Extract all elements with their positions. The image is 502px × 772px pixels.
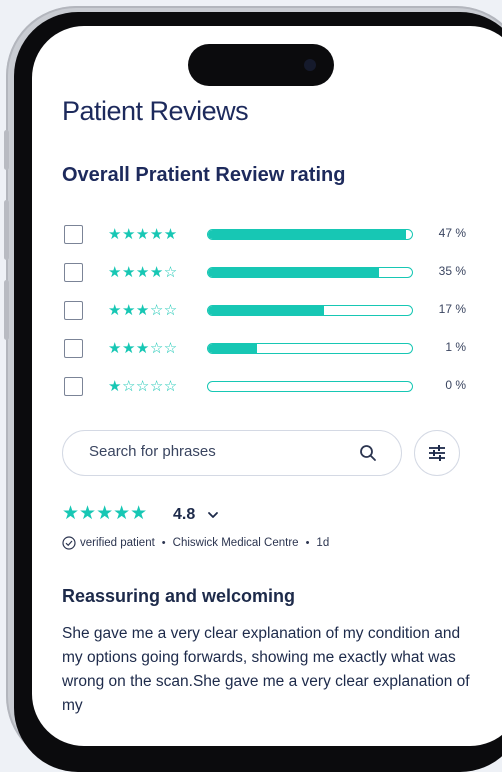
chevron-down-icon[interactable] <box>207 509 219 521</box>
rating-row-3[interactable]: ★★★☆☆ 17 % <box>64 300 474 324</box>
phone-screen: Patient Reviews Overall Pratient Review … <box>32 26 502 746</box>
rating-row-4[interactable]: ★★★★☆ 35 % <box>64 262 474 286</box>
page-title: Patient Reviews <box>62 96 249 126</box>
rating-bar <box>207 343 413 354</box>
star-rating-icon: ★★★★★ <box>108 226 178 243</box>
rating-section-title: Overall Pratient Review rating <box>62 164 346 186</box>
location-label: Chiswick Medical Centre <box>172 537 299 549</box>
filter-button[interactable] <box>414 430 460 476</box>
dynamic-island <box>188 44 334 86</box>
rating-row-5[interactable]: ★★★★★ 47 % <box>64 224 474 248</box>
rating-bar-fill <box>208 344 257 353</box>
search-bar[interactable] <box>62 430 402 476</box>
review-meta: verified patient • Chiswick Medical Cent… <box>62 536 329 550</box>
review-title: Reassuring and welcoming <box>62 586 296 606</box>
review-score: 4.8 <box>173 506 196 523</box>
rating-bar-fill <box>208 268 380 277</box>
rating-bar-fill <box>208 306 325 315</box>
rating-percent: 1 % <box>445 340 466 354</box>
rating-row-2[interactable]: ★★★☆☆ 1 % <box>64 338 474 362</box>
verified-check-icon <box>62 536 76 550</box>
side-button <box>4 280 9 340</box>
star-rating-icon: ★☆☆☆☆ <box>108 378 178 395</box>
camera-icon <box>304 59 316 71</box>
side-button <box>4 200 9 260</box>
rating-checkbox[interactable] <box>64 263 83 282</box>
review-age: 1d <box>316 537 330 549</box>
rating-checkbox[interactable] <box>64 225 83 244</box>
rating-percent: 0 % <box>445 378 466 392</box>
star-rating-icon: ★★★☆☆ <box>108 302 178 319</box>
search-input[interactable] <box>89 443 339 460</box>
separator-dot: • <box>161 537 166 549</box>
rating-row-1[interactable]: ★☆☆☆☆ 0 % <box>64 376 474 400</box>
review-star-rating-icon: ★★★★★ <box>62 503 148 524</box>
separator-dot: • <box>305 537 310 549</box>
rating-bar-fill <box>208 230 406 239</box>
rating-bar <box>207 267 413 278</box>
rating-checkbox[interactable] <box>64 377 83 396</box>
rating-percent: 17 % <box>438 302 466 316</box>
rating-bar <box>207 381 413 392</box>
star-rating-icon: ★★★☆☆ <box>108 340 178 357</box>
review-body: She gave me a very clear explanation of … <box>62 625 470 714</box>
rating-percent: 47 % <box>438 226 466 240</box>
sliders-icon <box>429 445 445 461</box>
star-rating-icon: ★★★★☆ <box>108 264 178 281</box>
rating-percent: 35 % <box>438 264 466 278</box>
side-button <box>4 130 9 170</box>
rating-checkbox[interactable] <box>64 301 83 320</box>
rating-checkbox[interactable] <box>64 339 83 358</box>
verified-label: verified patient <box>80 537 155 549</box>
rating-bar <box>207 305 413 316</box>
search-icon[interactable] <box>359 444 377 462</box>
rating-bar <box>207 229 413 240</box>
